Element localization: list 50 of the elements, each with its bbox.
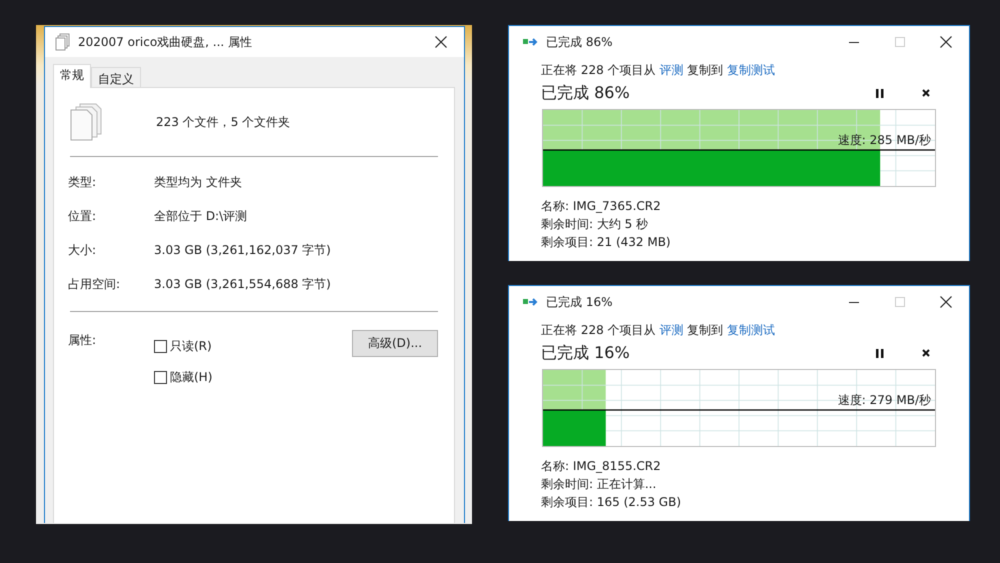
window-title: 已完成 16% <box>546 294 612 310</box>
summary-text: 223 个文件，5 个文件夹 <box>156 114 290 130</box>
close-icon[interactable] <box>922 89 930 97</box>
checkbox-label[interactable]: 隐藏(H) <box>170 369 212 386</box>
copy-description: 正在将 228 个项目从 评测 复制到 复制测试 <box>541 62 776 79</box>
maximize-icon <box>895 37 905 47</box>
copy-icon <box>523 297 539 307</box>
detail-text: 名称: IMG_7365.CR2 <box>541 198 662 215</box>
pause-icon[interactable] <box>876 348 884 358</box>
documents-icon <box>70 103 102 141</box>
speed-label: 速度: 279 MB/秒 <box>838 392 931 409</box>
field-value: 3.03 GB (3,261,162,037 字节) <box>154 242 331 258</box>
checkbox[interactable] <box>154 340 167 353</box>
field-label: 类型: <box>68 174 98 190</box>
close-icon[interactable] <box>922 349 930 357</box>
throughput-area <box>543 410 606 446</box>
window-title: 已完成 86% <box>546 34 612 50</box>
progress-heading: 已完成 86% <box>541 82 630 104</box>
copy-description: 正在将 228 个项目从 评测 复制到 复制测试 <box>541 322 776 339</box>
checkbox-label[interactable]: 只读(R) <box>170 338 212 355</box>
speed-label: 速度: 285 MB/秒 <box>838 132 931 149</box>
documents-icon <box>55 33 71 51</box>
tab[interactable]: 自定义 <box>91 67 141 88</box>
progress-heading: 已完成 16% <box>541 342 630 364</box>
checkbox[interactable] <box>154 371 167 384</box>
folder-link[interactable]: 复制测试 <box>727 323 776 337</box>
close-icon[interactable] <box>435 36 447 48</box>
close-icon[interactable] <box>940 296 952 308</box>
field-label: 大小: <box>68 242 98 258</box>
detail-text: 剩余项目: 165 (2.53 GB) <box>541 494 682 511</box>
field-label: 位置: <box>68 208 98 224</box>
tab[interactable]: 常规 <box>53 64 91 88</box>
maximize-icon <box>895 297 905 307</box>
pause-icon[interactable] <box>876 88 884 98</box>
detail-text: 名称: IMG_8155.CR2 <box>541 458 662 475</box>
detail-text: 剩余时间: 正在计算... <box>541 476 658 493</box>
field-label: 占用空间: <box>68 276 122 292</box>
field-value: 全部位于 D:\评测 <box>154 208 248 224</box>
field-value: 3.03 GB (3,261,554,688 字节) <box>154 276 331 292</box>
folder-link[interactable]: 评测 <box>659 323 684 337</box>
copy-icon <box>523 37 539 47</box>
detail-text: 剩余时间: 大约 5 秒 <box>541 216 650 233</box>
window-title: 202007 orico戏曲硬盘, ... 属性 <box>78 34 252 50</box>
field-label: 属性: <box>68 332 98 349</box>
folder-link[interactable]: 复制测试 <box>727 63 776 77</box>
field-value: 类型均为 文件夹 <box>154 174 242 190</box>
folder-link[interactable]: 评测 <box>659 63 684 77</box>
detail-text: 剩余项目: 21 (432 MB) <box>541 234 672 251</box>
advanced-button[interactable]: 高级(D)... <box>352 330 438 357</box>
close-icon[interactable] <box>940 36 952 48</box>
